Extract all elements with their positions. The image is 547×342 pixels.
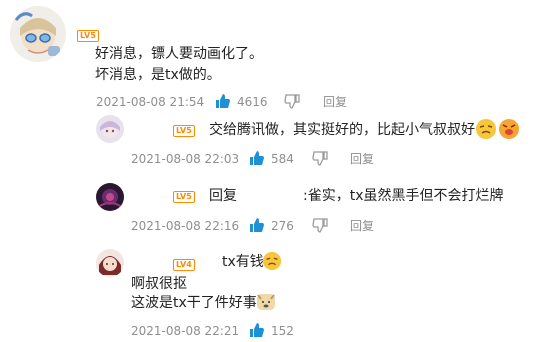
comment-text: 交给腾讯做，其实挺好的，比起小气叔叔好 (209, 122, 475, 138)
thumbs-up-icon[interactable] (249, 217, 265, 237)
comment-text-line-1: 好消息，镖人要动画化了。 (95, 46, 263, 62)
avatar[interactable] (10, 6, 66, 62)
thumbs-up-icon[interactable] (215, 93, 231, 113)
level-badge: LV5 (77, 30, 99, 42)
reply-button[interactable]: 回复 (350, 218, 374, 234)
sneer-emoji-icon (262, 251, 282, 275)
thumbs-up-icon[interactable] (249, 150, 265, 170)
like-count: 4616 (237, 95, 268, 109)
timestamp: 2021-08-08 21:54 (96, 95, 205, 109)
comment-text-inline: tx有钱 (222, 254, 264, 270)
comment-text-line-2: 坏消息，是tx做的。 (95, 67, 221, 83)
like-count: 276 (271, 219, 294, 233)
timestamp: 2021-08-08 22:21 (131, 324, 240, 338)
level-badge: LV4 (173, 259, 195, 271)
thumbs-down-icon[interactable] (312, 217, 328, 237)
sneer-emoji-icon (475, 118, 497, 144)
like-count: 584 (271, 152, 294, 166)
timestamp: 2021-08-08 22:16 (131, 219, 240, 233)
reply-prefix: 回复 (209, 188, 237, 204)
timestamp: 2021-08-08 22:03 (131, 152, 240, 166)
like-count: 152 (271, 324, 294, 338)
thumbs-down-icon[interactable] (284, 93, 300, 113)
comment-text: :雀实，tx虽然黑手但不会打烂牌 (303, 188, 504, 204)
thumbs-up-icon[interactable] (249, 322, 265, 342)
comment-text-line-2: 这波是tx干了件好事 (131, 295, 257, 311)
avatar[interactable] (96, 249, 124, 277)
thumbs-down-icon[interactable] (312, 150, 328, 170)
doge-emoji-icon (256, 292, 276, 316)
reply-button[interactable]: 回复 (323, 94, 347, 110)
avatar[interactable] (96, 183, 124, 211)
angry-emoji-icon (498, 118, 520, 144)
avatar[interactable] (96, 115, 124, 143)
reply-button[interactable]: 回复 (350, 151, 374, 167)
level-badge: LV5 (173, 125, 195, 137)
level-badge: LV5 (173, 191, 195, 203)
comment-text-line-1: 啊叔很抠 (131, 276, 187, 292)
